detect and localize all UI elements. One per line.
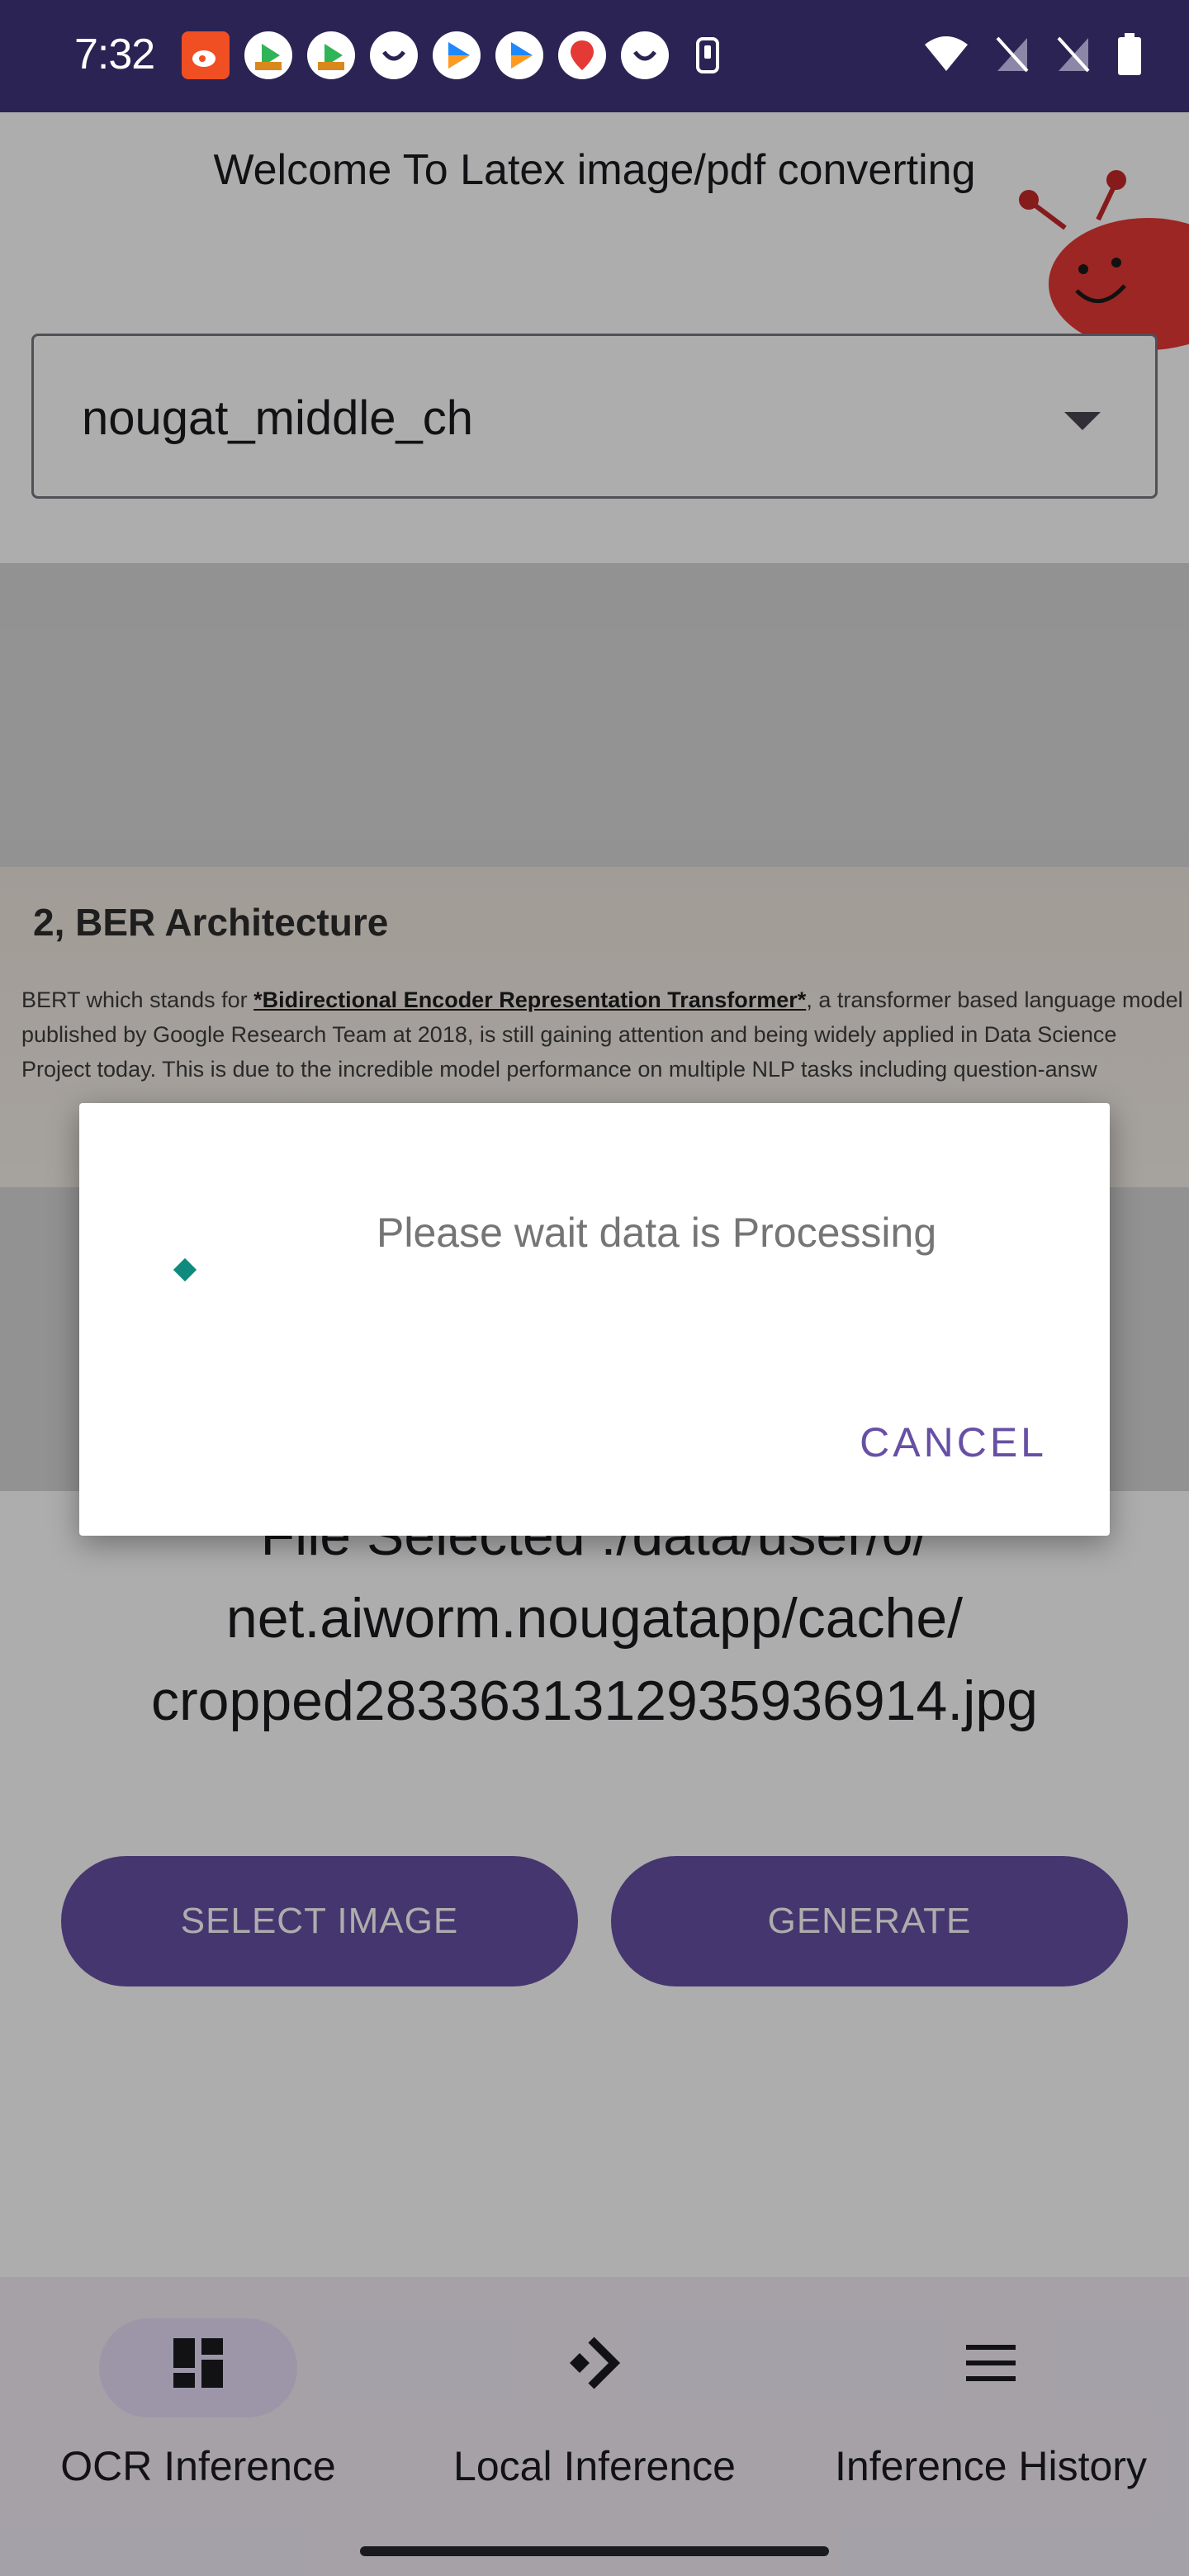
no-sim-icon xyxy=(996,36,1029,73)
weibo-icon xyxy=(182,31,230,79)
video-app-icon xyxy=(307,31,355,79)
processing-dialog: Please wait data is Processing CANCEL xyxy=(79,1103,1110,1536)
app-screen: 7:32 Welcome To Latex image/pdf converti… xyxy=(0,0,1189,2576)
system-icons xyxy=(923,33,1143,76)
taobao-icon xyxy=(370,31,418,79)
play-app-icon xyxy=(495,31,543,79)
loading-spinner-icon xyxy=(173,1257,197,1282)
home-indicator[interactable] xyxy=(360,2546,829,2556)
taobao-icon xyxy=(621,31,669,79)
notification-icons xyxy=(182,31,732,79)
no-sim-icon xyxy=(1057,36,1090,73)
cancel-button[interactable]: CANCEL xyxy=(860,1418,1047,1466)
status-bar: 7:32 xyxy=(0,0,1189,112)
dialog-message: Please wait data is Processing xyxy=(377,1210,937,1256)
play-app-icon xyxy=(433,31,481,79)
status-time: 7:32 xyxy=(74,31,155,78)
phone-icon xyxy=(684,31,732,79)
battery-icon xyxy=(1118,33,1141,75)
wifi-icon xyxy=(925,36,968,71)
map-pin-icon xyxy=(558,31,606,79)
video-app-icon xyxy=(244,31,292,79)
